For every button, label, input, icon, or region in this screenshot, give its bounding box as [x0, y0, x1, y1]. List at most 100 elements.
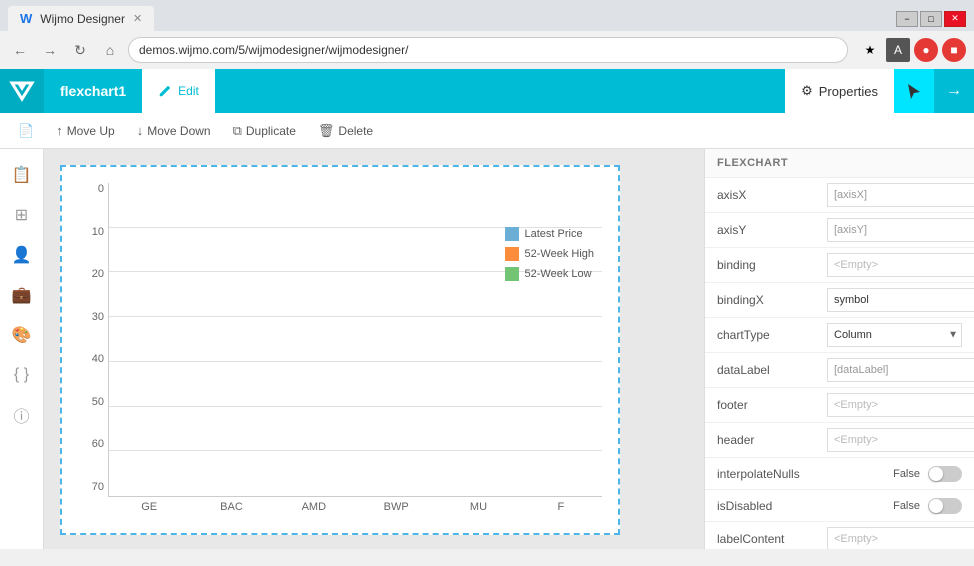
y-label-30: 30 [78, 311, 104, 323]
bookmark-button[interactable]: ★ [858, 38, 882, 62]
wijmo-logo-icon [8, 77, 36, 105]
new-button[interactable]: 📄 [8, 119, 44, 143]
y-label-50: 50 [78, 396, 104, 408]
sidebar-icon-paint[interactable]: 🎨 [4, 317, 40, 353]
toggle-interpolateNulls[interactable] [928, 466, 962, 482]
prop-row-bindingX: bindingX [705, 283, 974, 318]
arrow-button[interactable]: → [934, 69, 974, 113]
edit-icon [158, 84, 172, 98]
sidebar-icon-code[interactable]: { } [4, 357, 40, 393]
address-bar: ← → ↻ ⌂ ★ A ● ■ [0, 31, 974, 69]
prop-value-footer [827, 393, 974, 417]
prop-input-labelContent[interactable] [827, 527, 974, 549]
properties-button[interactable]: ⚙ Properties [785, 69, 894, 113]
sidebar-icon-copy[interactable]: ⊞ [4, 197, 40, 233]
panel-section-title: FLEXCHART [705, 149, 974, 178]
delete-icon: 🗑 [318, 123, 335, 139]
x-label-amd: AMD [273, 501, 355, 513]
legend-item-blue: Latest Price [505, 227, 595, 241]
address-input[interactable] [128, 37, 848, 63]
y-label-60: 60 [78, 438, 104, 450]
edit-tab[interactable]: Edit [142, 69, 215, 113]
move-up-button[interactable]: ↑ Move Up [46, 119, 125, 142]
forward-button[interactable]: → [38, 38, 62, 62]
prop-input-bindingX[interactable] [827, 288, 974, 312]
duplicate-icon: ⧉ [233, 123, 242, 139]
legend-item-orange: 52-Week High [505, 247, 595, 261]
toggle-isDisabled[interactable] [928, 498, 962, 514]
y-label-70: 70 [78, 481, 104, 493]
prop-row-axisX: axisX ⚙ [705, 178, 974, 213]
prop-row-binding: binding [705, 248, 974, 283]
toggle-thumb-interpolateNulls [929, 467, 943, 481]
window-close-button[interactable]: ✕ [944, 11, 966, 27]
prop-value-axisY: ⚙ [827, 218, 974, 242]
sidebar-icon-briefcase[interactable]: 💼 [4, 277, 40, 313]
prop-label-interpolateNulls: interpolateNulls [717, 467, 827, 481]
prop-label-dataLabel: dataLabel [717, 363, 827, 377]
window-maximize-button[interactable]: □ [920, 11, 942, 27]
sidebar-icon-info[interactable]: ⓘ [4, 397, 40, 433]
sidebar-icon-user[interactable]: 👤 [4, 237, 40, 273]
move-down-button[interactable]: ↓ Move Down [127, 119, 221, 142]
app-logo [0, 69, 44, 113]
y-label-10: 10 [78, 226, 104, 238]
arrow-up-icon: ↑ [56, 123, 63, 138]
prop-row-header: header [705, 423, 974, 458]
prop-value-chartType: Column Bar Line Area ▼ [827, 323, 962, 347]
prop-row-labelContent: labelContent [705, 522, 974, 549]
extension-button-3[interactable]: ■ [942, 38, 966, 62]
gear-icon: ⚙ [801, 83, 813, 99]
left-sidebar: 📋 ⊞ 👤 💼 🎨 { } ⓘ [0, 149, 44, 549]
prop-input-binding[interactable] [827, 253, 974, 277]
home-button[interactable]: ⌂ [98, 38, 122, 62]
cursor-button[interactable] [894, 69, 934, 113]
window-minimize-button[interactable]: − [896, 11, 918, 27]
extension-button-1[interactable]: A [886, 38, 910, 62]
prop-row-axisY: axisY ⚙ [705, 213, 974, 248]
prop-value-axisX: ⚙ [827, 183, 974, 207]
extension-button-2[interactable]: ● [914, 38, 938, 62]
prop-label-binding: binding [717, 258, 827, 272]
duplicate-label: Duplicate [246, 124, 296, 138]
prop-row-dataLabel: dataLabel ⚙ [705, 353, 974, 388]
prop-row-interpolateNulls: interpolateNulls False [705, 458, 974, 490]
browser-tab[interactable]: W Wijmo Designer ✕ [8, 6, 154, 31]
prop-input-dataLabel[interactable] [827, 358, 974, 382]
cursor-icon [905, 82, 923, 100]
delete-button[interactable]: 🗑 Delete [308, 119, 383, 143]
prop-row-isDisabled: isDisabled False [705, 490, 974, 522]
legend-item-green: 52-Week Low [505, 267, 595, 281]
y-label-20: 20 [78, 268, 104, 280]
y-label-0: 0 [78, 183, 104, 195]
toggle-label-interpolateNulls: False [893, 468, 920, 480]
prop-input-footer[interactable] [827, 393, 974, 417]
refresh-button[interactable]: ↻ [68, 38, 92, 62]
prop-value-interpolateNulls: False [827, 466, 962, 482]
canvas-area[interactable]: 70 60 50 40 30 20 10 0 [44, 149, 704, 549]
prop-input-axisY[interactable] [827, 218, 974, 242]
prop-input-header[interactable] [827, 428, 974, 452]
toggle-row-interpolateNulls: False [827, 466, 962, 482]
app-topbar: flexchart1 Edit ⚙ Properties → [0, 69, 974, 113]
prop-label-axisX: axisX [717, 188, 827, 202]
main-content: 📋 ⊞ 👤 💼 🎨 { } ⓘ 70 60 50 40 30 20 [0, 149, 974, 549]
prop-value-bindingX [827, 288, 974, 312]
x-label-bwp: BWP [355, 501, 437, 513]
legend-color-orange [505, 247, 519, 261]
app-title: flexchart1 [44, 83, 142, 99]
file-icon: 📄 [18, 123, 34, 139]
move-down-label: Move Down [147, 124, 210, 138]
toggle-thumb-isDisabled [929, 499, 943, 513]
sidebar-icon-file[interactable]: 📋 [4, 157, 40, 193]
prop-label-footer: footer [717, 398, 827, 412]
duplicate-button[interactable]: ⧉ Duplicate [223, 119, 306, 143]
tab-close-button[interactable]: ✕ [133, 12, 142, 25]
prop-input-axisX[interactable] [827, 183, 974, 207]
chart-legend: Latest Price 52-Week High 52-Week Low [505, 227, 595, 281]
tab-bar: W Wijmo Designer ✕ − □ ✕ [0, 0, 974, 31]
browser-chrome: W Wijmo Designer ✕ − □ ✕ ← → ↻ ⌂ ★ A ● ■ [0, 0, 974, 69]
back-button[interactable]: ← [8, 38, 32, 62]
prop-select-chartType[interactable]: Column Bar Line Area [827, 323, 962, 347]
properties-label: Properties [819, 84, 878, 99]
